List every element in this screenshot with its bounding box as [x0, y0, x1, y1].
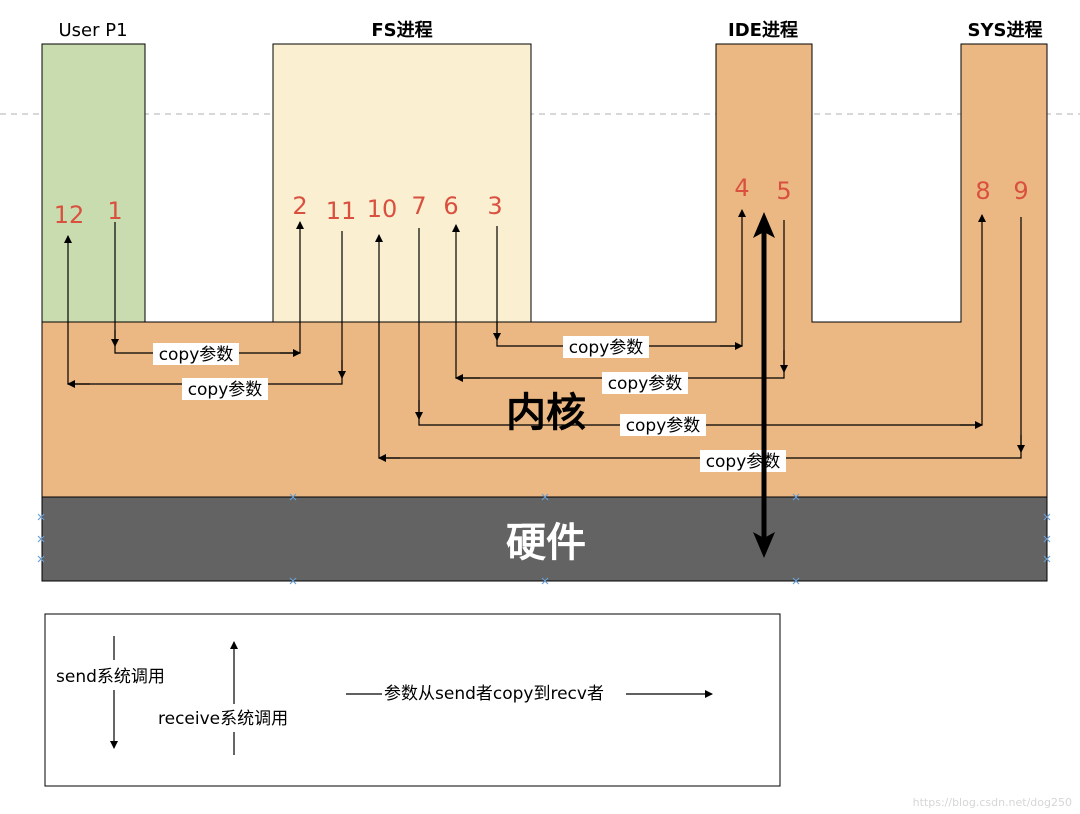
step-number-2: 2	[292, 192, 307, 220]
legend-send-text: send系统调用	[56, 667, 165, 687]
step-number-4: 4	[734, 174, 749, 202]
sys-process-title: SYS进程	[968, 20, 1043, 41]
step-number-6: 6	[443, 192, 458, 220]
step-number-3: 3	[487, 192, 502, 220]
step-number-9: 9	[1013, 177, 1028, 205]
step-number-10: 10	[367, 195, 398, 223]
step-number-11: 11	[326, 197, 357, 225]
legend-copy-text: 参数从send者copy到recv者	[384, 684, 604, 704]
kernel-label: 内核	[506, 390, 586, 436]
copy-label-3-to-4: copy参数	[569, 338, 644, 358]
user-process-box	[41, 43, 146, 335]
copy-label-11-to-12: copy参数	[188, 380, 263, 400]
step-number-12: 12	[54, 201, 85, 229]
watermark: https://blog.csdn.net/dog250	[913, 796, 1072, 809]
step-number-8: 8	[975, 177, 990, 205]
copy-label-9-to-10: copy参数	[706, 452, 781, 472]
legend-receive-text: receive系统调用	[158, 709, 288, 729]
step-number-7: 7	[411, 192, 426, 220]
fs-process-box	[272, 43, 532, 335]
step-number-5: 5	[776, 177, 791, 205]
copy-label-1-to-2: copy参数	[159, 345, 234, 365]
step-number-1: 1	[107, 197, 122, 225]
user-process-title: User P1	[58, 20, 127, 41]
ide-process-title: IDE进程	[728, 20, 798, 41]
copy-label-5-to-6: copy参数	[608, 374, 683, 394]
fs-process-title: FS进程	[371, 20, 432, 41]
copy-label-7-to-8: copy参数	[626, 416, 701, 436]
hardware-label: 硬件	[506, 520, 586, 566]
